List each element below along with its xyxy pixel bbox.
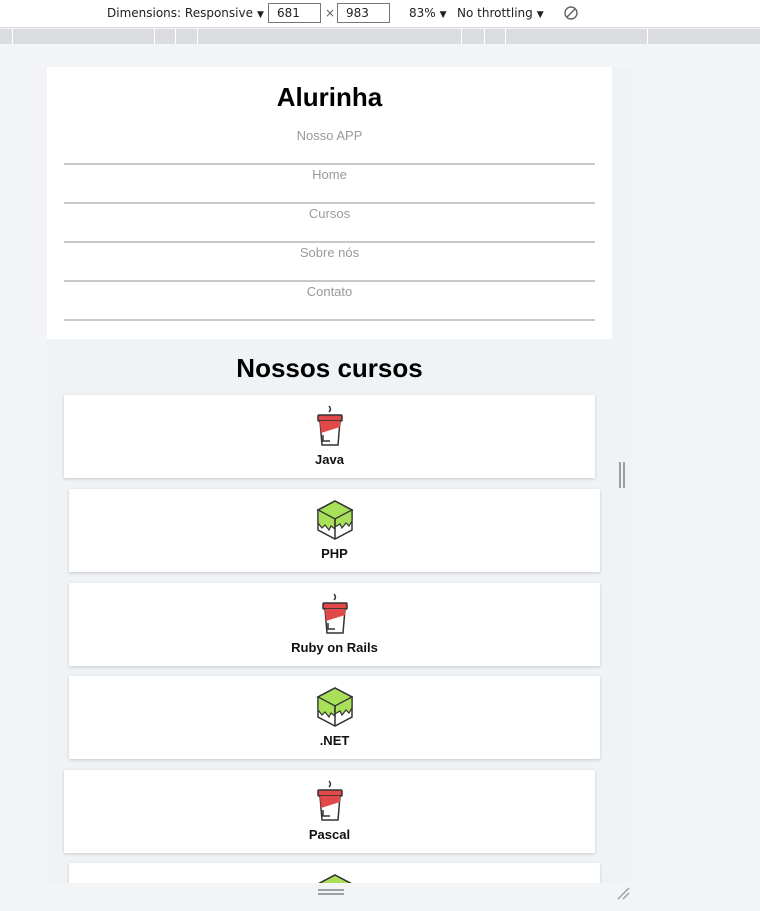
course-label: .NET xyxy=(319,733,350,748)
main-nav: Nosso APP Home Cursos Sobre nós Contato xyxy=(64,126,595,321)
green-cube-icon xyxy=(315,500,354,540)
rotate-icon[interactable] xyxy=(563,5,579,21)
nav-item-nosso-app[interactable]: Nosso APP xyxy=(64,126,595,165)
course-label: Pascal xyxy=(308,827,351,842)
device-viewport: Alurinha Nosso APP Home Cursos Sobre nós… xyxy=(47,67,632,883)
page: Alurinha Nosso APP Home Cursos Sobre nós… xyxy=(47,67,612,883)
zoom-dropdown[interactable]: 83% ▼ xyxy=(409,6,447,20)
dimensions-label: Dimensions: Responsive xyxy=(107,6,253,20)
green-cube-icon xyxy=(315,687,354,727)
course-label: Java xyxy=(315,452,344,467)
course-label: Ruby on Rails xyxy=(291,640,378,655)
devtools-toolbar: Dimensions: Responsive ▼ 681 × 983 83% ▼ N… xyxy=(0,0,760,28)
course-card-java[interactable]: Java xyxy=(64,395,595,478)
times-separator: × xyxy=(325,6,336,20)
course-card-php[interactable]: PHP xyxy=(69,489,600,572)
site-title: Alurinha xyxy=(276,82,383,112)
nav-item-label: Contato xyxy=(306,284,353,299)
nav-item-home[interactable]: Home xyxy=(64,165,595,204)
nav-item-contato[interactable]: Contato xyxy=(64,282,595,321)
course-card-pascal[interactable]: Pascal xyxy=(64,770,595,853)
resize-handle-bottom[interactable] xyxy=(318,889,344,895)
nav-item-sobre-nos[interactable]: Sobre nós xyxy=(64,243,595,282)
chevron-down-icon: ▼ xyxy=(256,10,264,20)
coffee-cup-icon xyxy=(316,780,343,821)
course-card-dotnet[interactable]: .NET xyxy=(69,676,600,759)
chevron-down-icon: ▼ xyxy=(536,10,544,20)
course-card-ruby-on-rails[interactable]: Ruby on Rails xyxy=(69,583,600,666)
chevron-down-icon: ▼ xyxy=(439,10,447,20)
courses-title: Nossos cursos xyxy=(236,353,423,383)
nav-item-cursos[interactable]: Cursos xyxy=(64,204,595,243)
resize-corner-icon[interactable] xyxy=(616,886,630,900)
site-header: Alurinha Nosso APP Home Cursos Sobre nós… xyxy=(47,67,612,339)
resize-handle-right[interactable] xyxy=(619,462,625,488)
nav-item-label: Cursos xyxy=(308,206,351,221)
course-card-partial[interactable] xyxy=(69,863,600,883)
zoom-label: 83% xyxy=(409,6,436,20)
green-cube-icon xyxy=(317,874,352,883)
height-input[interactable]: 983 xyxy=(337,3,390,23)
coffee-cup-icon xyxy=(316,405,343,446)
coffee-cup-icon xyxy=(321,593,348,634)
nav-item-label: Nosso APP xyxy=(296,128,363,143)
nav-item-label: Sobre nós xyxy=(299,245,360,260)
dimensions-dropdown[interactable]: Dimensions: Responsive ▼ xyxy=(107,6,264,20)
width-input[interactable]: 681 xyxy=(268,3,321,23)
throttling-label: No throttling xyxy=(457,6,533,20)
media-query-ruler[interactable] xyxy=(0,29,760,44)
throttling-dropdown[interactable]: No throttling ▼ xyxy=(457,6,544,20)
nav-item-label: Home xyxy=(312,167,347,182)
courses-section: Nossos cursos xyxy=(47,339,612,383)
course-label: PHP xyxy=(321,546,348,561)
